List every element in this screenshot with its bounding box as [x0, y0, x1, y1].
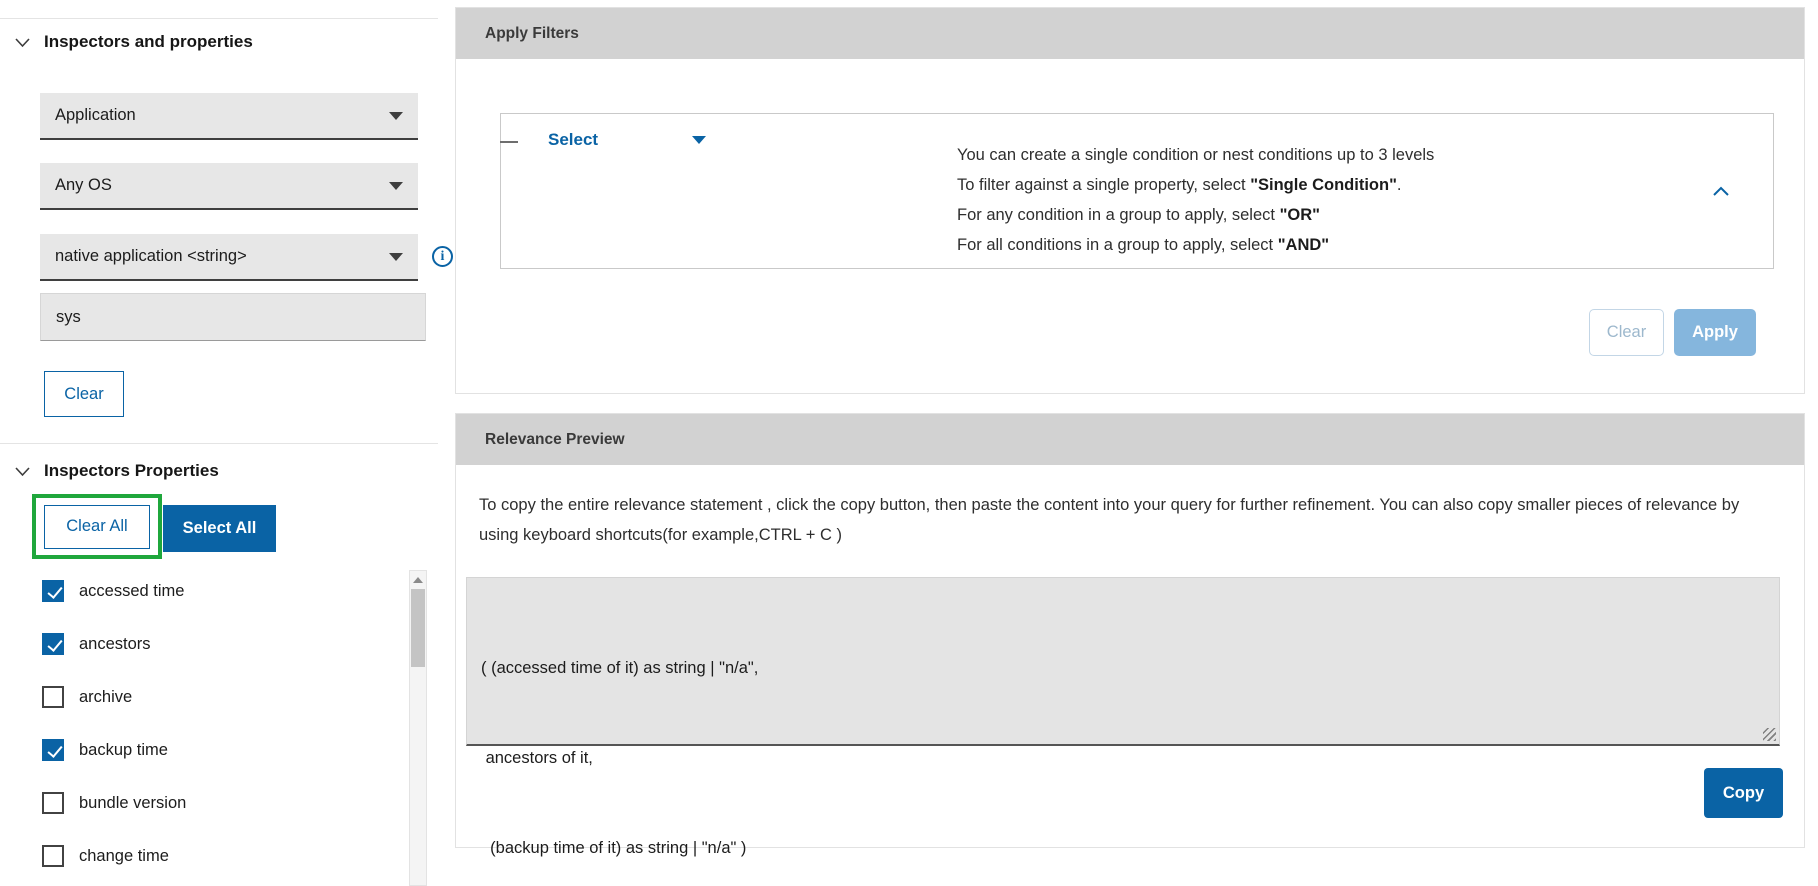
tree-connector-dash — [500, 141, 518, 143]
relevance-description: To copy the entire relevance statement ,… — [479, 490, 1779, 550]
code-line: (backup time of it) as string | "n/a" ) — [481, 833, 1779, 863]
clear-all-highlight-annotation: Clear All — [32, 494, 162, 559]
help-line: To filter against a single property, sel… — [957, 170, 1434, 200]
section-title: Inspectors and properties — [44, 32, 253, 52]
dropdown-caret-icon — [389, 182, 403, 190]
inspector-argument-input[interactable] — [40, 293, 426, 341]
apply-filters-panel: Apply Filters Select You can create a si… — [455, 7, 1805, 394]
checkbox-backup-time[interactable] — [42, 739, 64, 761]
filters-apply-button[interactable]: Apply — [1674, 309, 1756, 356]
checkbox-bundle-version[interactable] — [42, 792, 64, 814]
clear-all-button[interactable]: Clear All — [44, 505, 150, 549]
checkbox-ancestors[interactable] — [42, 633, 64, 655]
inspector-form-dropdown[interactable]: native application <string> — [40, 234, 418, 281]
relevance-code-text: ( (accessed time of it) as string | "n/a… — [467, 578, 1779, 886]
section-title: Inspectors Properties — [44, 461, 219, 481]
code-line: ( (accessed time of it) as string | "n/a… — [481, 653, 1779, 683]
select-label: Select — [548, 130, 598, 150]
info-icon[interactable]: i — [432, 246, 453, 267]
filters-clear-button[interactable]: Clear — [1589, 309, 1664, 356]
inspector-type-dropdown[interactable]: Application — [40, 93, 418, 140]
collapse-chevron-up-icon[interactable] — [1711, 184, 1731, 205]
scrollbar-thumb[interactable] — [411, 589, 425, 667]
section-inspectors-properties: Inspectors Properties — [14, 461, 219, 481]
os-dropdown[interactable]: Any OS — [40, 163, 418, 210]
query-app-page: Inspectors and properties Application An… — [0, 0, 1818, 886]
code-line: ancestors of it, — [481, 743, 1779, 773]
help-line: For any condition in a group to apply, s… — [957, 200, 1434, 230]
copy-button[interactable]: Copy — [1704, 768, 1783, 818]
textarea-resize-handle[interactable] — [1763, 728, 1776, 741]
sidebar-top-divider — [0, 18, 438, 19]
panel-title: Relevance Preview — [485, 431, 625, 449]
dropdown-caret-icon — [389, 253, 403, 261]
checkbox-accessed-time[interactable] — [42, 580, 64, 602]
checkbox-change-time[interactable] — [42, 845, 64, 867]
chevron-down-icon[interactable] — [14, 463, 31, 480]
panel-header: Relevance Preview — [456, 414, 1804, 465]
checkbox-label: ancestors — [79, 635, 151, 654]
checkbox-label: backup time — [79, 741, 168, 760]
list-item: change time — [42, 845, 186, 867]
dropdown-value: native application <string> — [55, 247, 247, 266]
checkbox-archive[interactable] — [42, 686, 64, 708]
property-checkbox-list: accessed time ancestors archive backup t… — [42, 580, 186, 886]
list-item: backup time — [42, 739, 186, 761]
checkbox-label: accessed time — [79, 582, 184, 601]
select-all-button[interactable]: Select All — [163, 505, 276, 552]
condition-builder-box: Select You can create a single condition… — [500, 113, 1774, 269]
panel-title: Apply Filters — [485, 25, 579, 43]
dropdown-caret-icon — [692, 136, 706, 144]
relevance-code-box[interactable]: ( (accessed time of it) as string | "n/a… — [466, 577, 1780, 746]
panel-header: Apply Filters — [456, 8, 1804, 59]
list-item: ancestors — [42, 633, 186, 655]
section-inspectors-and-properties: Inspectors and properties — [14, 32, 253, 52]
dropdown-caret-icon — [389, 112, 403, 120]
dropdown-value: Any OS — [55, 176, 112, 195]
help-line: For all conditions in a group to apply, … — [957, 230, 1434, 260]
condition-select-dropdown[interactable]: Select — [548, 130, 706, 150]
checkbox-label: archive — [79, 688, 132, 707]
scrollbar-up-arrow-icon[interactable] — [410, 571, 426, 588]
condition-help-text: You can create a single condition or nes… — [957, 140, 1434, 260]
checkbox-label: bundle version — [79, 794, 186, 813]
sidebar-section-divider — [0, 443, 438, 444]
chevron-down-icon[interactable] — [14, 34, 31, 51]
sidebar-clear-button[interactable]: Clear — [44, 371, 124, 417]
list-item: bundle version — [42, 792, 186, 814]
list-item: accessed time — [42, 580, 186, 602]
checkbox-label: change time — [79, 847, 169, 866]
help-line: You can create a single condition or nes… — [957, 140, 1434, 170]
dropdown-value: Application — [55, 106, 136, 125]
list-item: archive — [42, 686, 186, 708]
relevance-preview-panel: Relevance Preview To copy the entire rel… — [455, 413, 1805, 848]
property-list-scrollbar[interactable] — [409, 570, 427, 886]
